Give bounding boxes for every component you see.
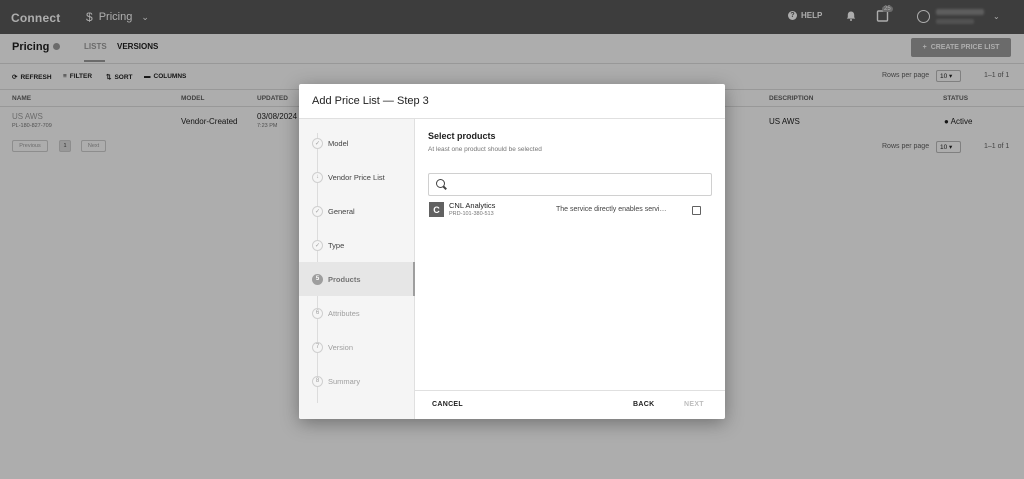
step-number-badge: 5 — [312, 273, 323, 285]
step-label: Version — [328, 342, 354, 352]
step-summary: 8 Summary — [299, 364, 415, 398]
step-version: 7 Version — [299, 330, 415, 364]
dialog-footer: CANCEL BACK NEXT — [415, 390, 725, 419]
step-label: Summary — [328, 376, 361, 386]
product-name: CNL Analytics — [449, 201, 496, 210]
check-icon: ✓ — [312, 137, 323, 149]
back-button[interactable]: BACK — [633, 401, 654, 408]
step-content: Select products At least one product sho… — [415, 119, 725, 419]
step-label: Attributes — [328, 308, 360, 318]
stepper: ✓ Model ↓ Vendor Price List ✓ General ✓ … — [299, 119, 415, 419]
select-products-hint: At least one product should be selected — [428, 146, 542, 153]
select-products-heading: Select products — [428, 131, 496, 141]
step-model[interactable]: ✓ Model — [299, 126, 415, 160]
add-price-list-dialog: Add Price List — Step 3 ✓ Model ↓ Vendor… — [299, 84, 725, 419]
product-search-field[interactable] — [428, 173, 712, 196]
step-number-badge: 7 — [312, 341, 323, 353]
check-icon: ✓ — [312, 239, 323, 251]
step-type[interactable]: ✓ Type — [299, 228, 415, 262]
product-row[interactable]: C CNL Analytics PRD-101-380-513 The serv… — [428, 199, 712, 223]
product-select-checkbox[interactable] — [692, 206, 701, 215]
step-general[interactable]: ✓ General — [299, 194, 415, 228]
product-search-input[interactable] — [451, 176, 706, 193]
step-label: General — [328, 206, 355, 216]
step-label: Type — [328, 240, 345, 250]
product-description: The service directly enables servi… — [556, 206, 667, 213]
search-icon — [436, 179, 445, 188]
arrow-down-icon: ↓ — [312, 171, 323, 183]
next-button[interactable]: NEXT — [684, 401, 704, 408]
step-label: Products — [328, 274, 361, 284]
product-logo: C — [429, 202, 444, 217]
step-attributes: 6 Attributes — [299, 296, 415, 330]
step-label: Vendor Price List — [328, 172, 385, 182]
step-number-badge: 6 — [312, 307, 323, 319]
step-label: Model — [328, 138, 349, 148]
step-vendor-price-list[interactable]: ↓ Vendor Price List — [299, 160, 415, 194]
step-products[interactable]: 5 Products — [299, 262, 415, 296]
dialog-title: Add Price List — Step 3 — [312, 95, 429, 107]
cancel-button[interactable]: CANCEL — [432, 401, 463, 408]
product-id: PRD-101-380-513 — [449, 211, 494, 217]
step-number-badge: 8 — [312, 375, 323, 387]
check-icon: ✓ — [312, 205, 323, 217]
